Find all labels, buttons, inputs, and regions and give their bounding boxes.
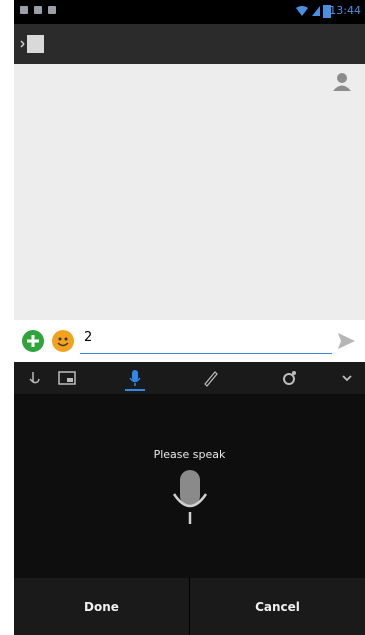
keyboard-toolbar bbox=[14, 362, 365, 394]
notification-icon bbox=[34, 6, 42, 14]
plus-icon bbox=[27, 335, 39, 347]
back-button[interactable] bbox=[20, 32, 46, 56]
status-bar: 13:44 bbox=[14, 0, 365, 24]
send-icon bbox=[338, 333, 355, 349]
app-icon bbox=[20, 35, 44, 53]
pen-icon bbox=[204, 371, 218, 387]
notification-icon bbox=[20, 6, 28, 14]
touch-mode-button[interactable] bbox=[24, 368, 46, 388]
active-tab-indicator bbox=[125, 389, 145, 391]
layout-button[interactable] bbox=[56, 368, 78, 388]
smiley-icon bbox=[57, 337, 69, 347]
add-attachment-button[interactable] bbox=[22, 330, 44, 352]
action-bar bbox=[14, 24, 365, 64]
dialog-buttons: Done Cancel bbox=[14, 578, 365, 635]
contact-icon[interactable] bbox=[331, 72, 353, 92]
compose-bar: 2 bbox=[14, 320, 365, 362]
emoji-button[interactable] bbox=[52, 330, 74, 352]
message-input[interactable]: 2 bbox=[80, 326, 332, 356]
voice-input-panel: Please speak bbox=[14, 394, 365, 578]
layout-icon bbox=[58, 371, 76, 385]
settings-button[interactable] bbox=[278, 368, 300, 388]
signal-icon bbox=[312, 6, 320, 16]
mic-icon bbox=[129, 370, 141, 386]
send-button[interactable] bbox=[335, 330, 357, 352]
touch-icon bbox=[29, 372, 40, 384]
handwriting-button[interactable] bbox=[200, 368, 222, 388]
settings-icon bbox=[283, 371, 296, 385]
collapse-keyboard-button[interactable] bbox=[336, 368, 358, 388]
status-time: 13:44 bbox=[329, 4, 361, 17]
voice-prompt: Please speak bbox=[153, 448, 226, 461]
conversation-area bbox=[14, 64, 365, 320]
done-button[interactable]: Done bbox=[14, 578, 189, 635]
wifi-icon bbox=[296, 6, 308, 16]
notification-icon bbox=[48, 6, 56, 14]
microphone-icon[interactable] bbox=[170, 468, 210, 530]
message-input-value: 2 bbox=[84, 330, 93, 345]
collapse-icon bbox=[342, 375, 352, 382]
cancel-button[interactable]: Cancel bbox=[190, 578, 365, 635]
voice-input-button[interactable] bbox=[124, 368, 146, 391]
input-underline bbox=[80, 353, 332, 354]
